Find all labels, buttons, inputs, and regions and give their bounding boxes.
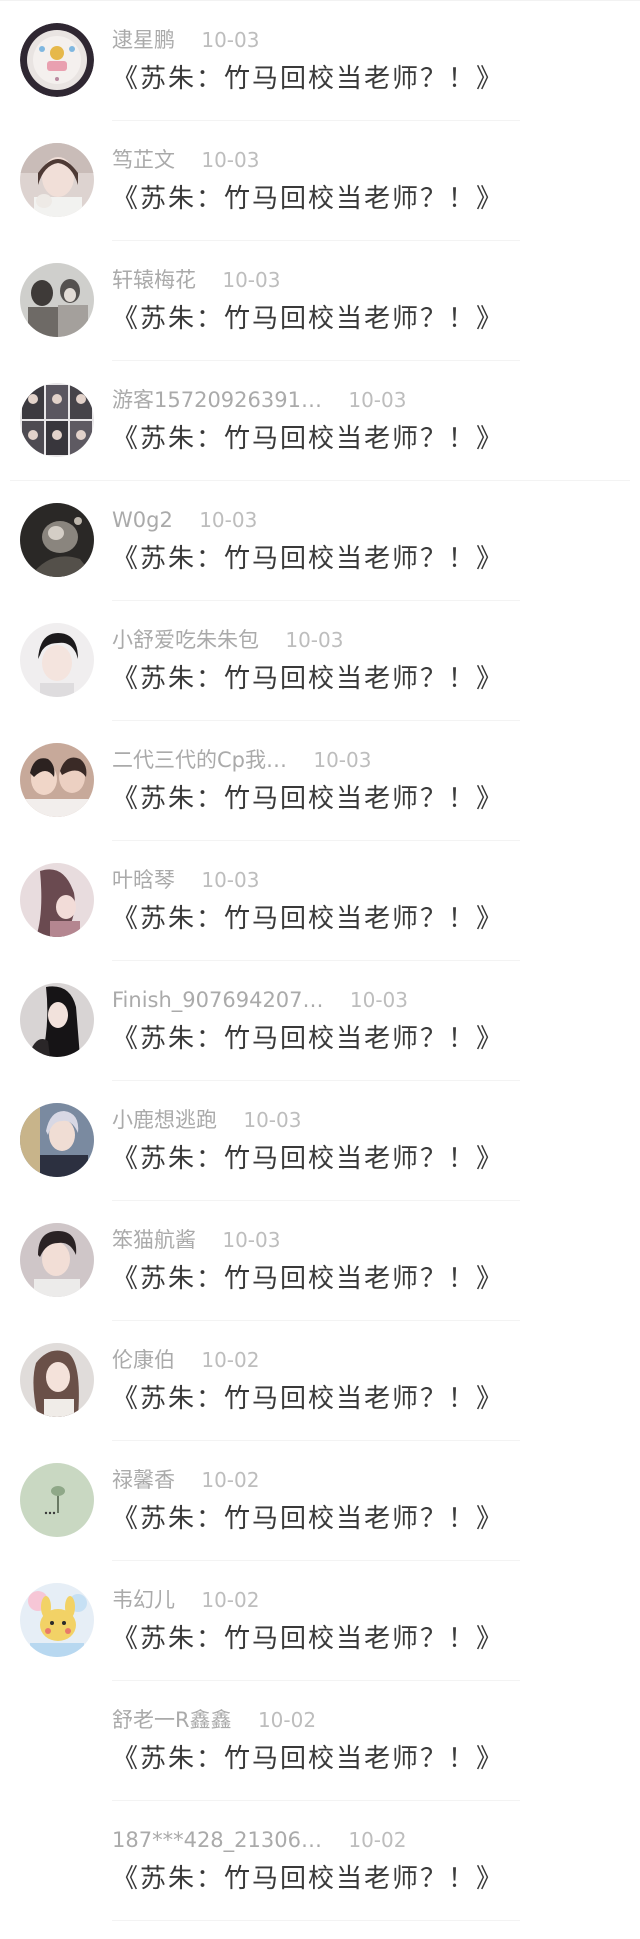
avatar[interactable] [20, 743, 94, 817]
username[interactable]: 笃芷文 [112, 143, 175, 177]
username[interactable]: Finish_907694207… [112, 983, 324, 1017]
username[interactable]: 叶晗琴 [112, 863, 175, 897]
comment-date: 10-02 [348, 1828, 407, 1852]
comment-meta: 韦幻儿 10-02 [112, 1583, 259, 1617]
divider [112, 1920, 520, 1921]
username[interactable]: 韦幻儿 [112, 1583, 175, 1617]
comment-item[interactable]: 187***428_21306… 10-02 《苏朱：竹马回校当老师？！》 [0, 1801, 640, 1921]
comment-meta: 叶晗琴 10-03 [112, 863, 259, 897]
username[interactable]: 游客15720926391… [112, 383, 322, 417]
avatar[interactable] [20, 383, 94, 457]
comment-item[interactable]: 逮星鹏 10-03 《苏朱：竹马回校当老师？！》 [0, 1, 640, 121]
comment-meta: 小鹿想逃跑 10-03 [112, 1103, 301, 1137]
comment-date: 10-03 [348, 388, 407, 412]
comment-meta: 187***428_21306… 10-02 [112, 1823, 406, 1857]
username[interactable]: 小鹿想逃跑 [112, 1103, 217, 1137]
comment-meta: 小舒爱吃朱朱包 10-03 [112, 623, 343, 657]
comment-text: 《苏朱：竹马回校当老师？！》 [112, 1384, 505, 1414]
comment-date: 10-02 [201, 1468, 260, 1492]
comment-meta: 伦康伯 10-02 [112, 1343, 259, 1377]
comment-date: 10-03 [349, 988, 409, 1012]
comment-date: 10-03 [201, 148, 260, 172]
avatar[interactable] [20, 23, 94, 97]
username[interactable]: 舒老一R鑫鑫 [112, 1703, 232, 1737]
comment-date: 10-03 [199, 508, 258, 532]
comment-item[interactable]: 小舒爱吃朱朱包 10-03 《苏朱：竹马回校当老师？！》 [0, 601, 640, 721]
comment-meta: 笃芷文 10-03 [112, 143, 259, 177]
comment-item[interactable]: 笨猫航酱 10-03 《苏朱：竹马回校当老师？！》 [0, 1201, 640, 1321]
username[interactable]: 伦康伯 [112, 1343, 175, 1377]
comment-text: 《苏朱：竹马回校当老师？！》 [112, 1744, 505, 1774]
username[interactable]: 二代三代的Cp我… [112, 743, 287, 777]
comment-item[interactable]: 轩辕梅花 10-03 《苏朱：竹马回校当老师？！》 [0, 241, 640, 361]
comment-text: 《苏朱：竹马回校当老师？！》 [112, 1024, 505, 1054]
comment-item[interactable]: W0g2 10-03 《苏朱：竹马回校当老师？！》 [0, 481, 640, 601]
comment-text: 《苏朱：竹马回校当老师？！》 [112, 304, 505, 334]
username[interactable]: 禄馨香 [112, 1463, 175, 1497]
avatar[interactable] [20, 1463, 94, 1537]
comment-item[interactable]: 小鹿想逃跑 10-03 《苏朱：竹马回校当老师？！》 [0, 1081, 640, 1201]
avatar[interactable] [20, 863, 94, 937]
comment-date: 10-02 [201, 1588, 260, 1612]
avatar[interactable] [20, 1823, 94, 1897]
comment-text: 《苏朱：竹马回校当老师？！》 [112, 184, 505, 214]
comment-text: 《苏朱：竹马回校当老师？！》 [112, 1864, 505, 1894]
comment-text: 《苏朱：竹马回校当老师？！》 [112, 664, 505, 694]
avatar[interactable] [20, 1703, 94, 1777]
comment-item[interactable]: 舒老一R鑫鑫 10-02 《苏朱：竹马回校当老师？！》 [0, 1681, 640, 1801]
avatar[interactable] [20, 623, 94, 697]
username[interactable]: 逮星鹏 [112, 23, 175, 57]
comment-text: 《苏朱：竹马回校当老师？！》 [112, 1624, 505, 1654]
comment-meta: 舒老一R鑫鑫 10-02 [112, 1703, 316, 1737]
comment-date: 10-03 [222, 1228, 281, 1252]
comment-text: 《苏朱：竹马回校当老师？！》 [112, 424, 505, 454]
comment-item[interactable]: 禄馨香 10-02 《苏朱：竹马回校当老师？！》 [0, 1441, 640, 1561]
comment-text: 《苏朱：竹马回校当老师？！》 [112, 784, 505, 814]
avatar[interactable] [20, 143, 94, 217]
comment-date: 10-03 [243, 1108, 302, 1132]
comment-item[interactable]: 叶晗琴 10-03 《苏朱：竹马回校当老师？！》 [0, 841, 640, 961]
avatar[interactable] [20, 1343, 94, 1417]
avatar[interactable] [20, 1103, 94, 1177]
comment-date: 10-03 [201, 28, 260, 52]
comment-meta: 轩辕梅花 10-03 [112, 263, 280, 297]
comment-text: 《苏朱：竹马回校当老师？！》 [112, 1264, 505, 1294]
comment-date: 10-03 [201, 868, 260, 892]
username[interactable]: 小舒爱吃朱朱包 [112, 623, 259, 657]
comment-text: 《苏朱：竹马回校当老师？！》 [112, 1504, 505, 1534]
comment-list: 逮星鹏 10-03 《苏朱：竹马回校当老师？！》 笃芷文 10-03 《苏朱：竹… [0, 0, 640, 1921]
comment-item[interactable]: 游客15720926391… 10-03 《苏朱：竹马回校当老师？！》 [0, 361, 640, 481]
comment-text: 《苏朱：竹马回校当老师？！》 [112, 904, 505, 934]
avatar[interactable] [20, 263, 94, 337]
comment-text: 《苏朱：竹马回校当老师？！》 [112, 1144, 505, 1174]
comment-meta: Finish_907694207… 10-03 [112, 983, 408, 1017]
comment-item[interactable]: 二代三代的Cp我… 10-03 《苏朱：竹马回校当老师？！》 [0, 721, 640, 841]
comment-item[interactable]: 笃芷文 10-03 《苏朱：竹马回校当老师？！》 [0, 121, 640, 241]
comment-date: 10-02 [201, 1348, 260, 1372]
comment-meta: 禄馨香 10-02 [112, 1463, 259, 1497]
username[interactable]: 笨猫航酱 [112, 1223, 196, 1257]
comment-meta: 二代三代的Cp我… 10-03 [112, 743, 371, 777]
avatar[interactable] [20, 503, 94, 577]
comment-text: 《苏朱：竹马回校当老师？！》 [112, 64, 505, 94]
comment-item[interactable]: Finish_907694207… 10-03 《苏朱：竹马回校当老师？！》 [0, 961, 640, 1081]
username[interactable]: W0g2 [112, 503, 173, 537]
comment-date: 10-03 [222, 268, 281, 292]
comment-date: 10-03 [313, 748, 372, 772]
comment-item[interactable]: 伦康伯 10-02 《苏朱：竹马回校当老师？！》 [0, 1321, 640, 1441]
comment-text: 《苏朱：竹马回校当老师？！》 [112, 544, 505, 574]
username[interactable]: 轩辕梅花 [112, 263, 196, 297]
username[interactable]: 187***428_21306… [112, 1823, 322, 1857]
avatar[interactable] [20, 983, 94, 1057]
comment-date: 10-02 [257, 1708, 317, 1732]
comment-meta: 逮星鹏 10-03 [112, 23, 259, 57]
comment-meta: W0g2 10-03 [112, 503, 257, 537]
comment-date: 10-03 [285, 628, 344, 652]
avatar[interactable] [20, 1223, 94, 1297]
comment-meta: 游客15720926391… 10-03 [112, 383, 406, 417]
avatar[interactable] [20, 1583, 94, 1657]
comment-item[interactable]: 韦幻儿 10-02 《苏朱：竹马回校当老师？！》 [0, 1561, 640, 1681]
comment-meta: 笨猫航酱 10-03 [112, 1223, 280, 1257]
